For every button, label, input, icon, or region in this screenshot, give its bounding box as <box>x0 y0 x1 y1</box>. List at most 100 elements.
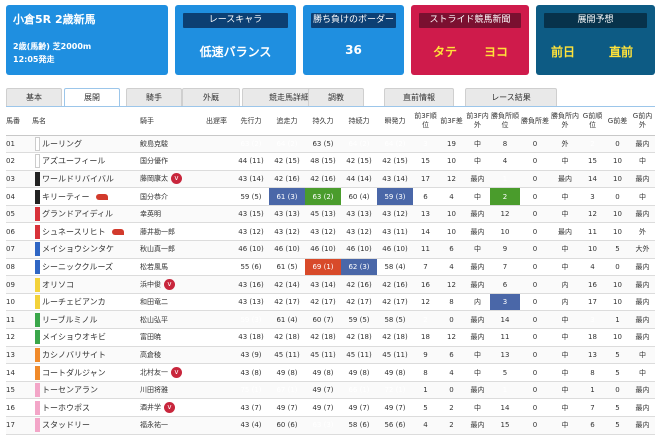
table-row[interactable]: 15 トーセンアラン 川田将雅 75 (1) 67 (1) 49 (7) 66 (1) 72 … <box>6 381 655 400</box>
cell-dely <box>200 258 233 277</box>
tab-race-result[interactable]: レース結果 <box>465 88 557 106</box>
table-row[interactable]: 17 スタッドリー 福永祐一 43 (4) 60 (6) 63 (3) 58 (6) 56 (… <box>6 416 655 435</box>
jockey-name[interactable]: 浜中俊 v <box>140 275 200 294</box>
horse-name-cell: アズユーフィール <box>32 152 140 171</box>
table-row[interactable]: 12 メイショウオキビ 富田暁 43 (18) 42 (18) 42 (18) 42 (18… <box>6 328 655 347</box>
jockey-name[interactable]: 秋山真一郎 <box>140 240 200 259</box>
cell-f3i: 最内 <box>465 222 490 242</box>
table-row[interactable]: 07 メイショウシンタケ 秋山真一郎 46 (10) 46 (10) 46 (10) 46 … <box>6 240 655 259</box>
col-delay-rate[interactable]: 出遅率 <box>200 108 233 136</box>
col-jizoku[interactable]: 持続力 <box>341 108 377 136</box>
jockey-name[interactable]: 酒井学 v <box>140 398 200 417</box>
horse-name[interactable]: リーブルミノル <box>42 315 98 324</box>
cell-sgi: 中 <box>550 363 580 382</box>
tab-training-center[interactable]: 外厩 <box>182 88 240 106</box>
table-row[interactable]: 06 シュネースリヒト 藤井勘一郎 43 (12) 43 (12) 43 (12) 43 (… <box>6 222 655 242</box>
table-row[interactable]: 11 リーブルミノル 松山弘平 59 (3) 61 (4) 60 (7) 59 (5) 58 … <box>6 310 655 330</box>
jockey-name[interactable]: 国分恭介 <box>140 187 200 206</box>
jockey-name[interactable]: 富田暁 <box>140 328 200 347</box>
cell-f3d: 19 <box>438 135 465 154</box>
jockey-name[interactable]: 福永祐一 <box>140 416 200 435</box>
col-name[interactable]: 馬名 <box>32 108 140 136</box>
table-row[interactable]: 05 グランドアイディル 幸英明 43 (15) 43 (13) 45 (13) 43 (1… <box>6 205 655 224</box>
col-shunpatsu[interactable]: 瞬発力 <box>377 108 413 136</box>
col-f3-diff[interactable]: 前3F差 <box>438 108 465 136</box>
col-num[interactable]: 馬番 <box>6 108 32 136</box>
col-jockey[interactable]: 騎手 <box>140 108 200 136</box>
tab-jockey[interactable]: 騎手 <box>126 88 182 106</box>
col-g-inout[interactable]: G前内外 <box>630 108 655 136</box>
cell-sgr: 5 <box>490 363 520 382</box>
horse-name[interactable]: コートダルジャン <box>42 368 106 377</box>
col-sg-rank[interactable]: 勝負所順位 <box>490 108 520 136</box>
cell-ji: 42 (18) <box>305 328 341 347</box>
tab-pace[interactable]: 展開 <box>64 88 120 106</box>
horse-name[interactable]: ワールドリバイバル <box>42 174 114 183</box>
table-row[interactable]: 16 トーホウポス 酒井学 v 43 (7) 49 (7) 49 (7) 49 (7) 49 (… <box>6 398 655 417</box>
jockey-name[interactable]: 国分優作 <box>140 152 200 171</box>
col-senko[interactable]: 先行力 <box>233 108 269 136</box>
cell-f3d: 10 <box>438 205 465 224</box>
horse-name[interactable]: シーニッククルーズ <box>42 262 113 271</box>
horse-name[interactable]: シュネースリヒト <box>42 227 106 236</box>
jockey-name[interactable]: 松若風馬 <box>140 258 200 277</box>
horse-number: 15 <box>6 381 32 400</box>
stride-yoko-link[interactable]: ヨコ <box>484 43 508 60</box>
jockey-name[interactable]: 和田竜二 <box>140 293 200 312</box>
col-f3-inout[interactable]: 前3F内外 <box>465 108 490 136</box>
cell-gi: 最内 <box>630 275 655 294</box>
tab-training[interactable]: 調教 <box>308 88 364 106</box>
horse-name[interactable]: トーホウポス <box>42 403 90 412</box>
frame-color-bar <box>35 312 40 327</box>
horse-name[interactable]: カシノバリサイト <box>42 350 106 359</box>
horse-name[interactable]: グランドアイディル <box>42 210 113 219</box>
jockey-name[interactable]: 藤井勘一郎 <box>140 222 200 242</box>
table-row[interactable]: 13 カシノバリサイト 高倉稜 43 (9) 45 (11) 45 (11) 45 (11)… <box>6 346 655 365</box>
table-row[interactable]: 10 ルーチェビアンカ 和田竜二 43 (13) 42 (17) 42 (17) 42 (1… <box>6 293 655 312</box>
horse-name[interactable]: オリソコ <box>42 280 74 289</box>
horse-name-cell: ルーチェビアンカ <box>32 293 140 312</box>
table-row[interactable]: 14 コートダルジャン 北村友一 v 43 (8) 49 (8) 49 (8) 49 (8) 4… <box>6 363 655 382</box>
col-oiso[interactable]: 追走力 <box>269 108 305 136</box>
stride-tate-link[interactable]: タテ <box>433 43 457 60</box>
table-row[interactable]: 08 シーニッククルーズ 松若風馬 55 (6) 61 (5) 69 (1) 62 (3) 5… <box>6 258 655 277</box>
cell-sen: 43 (14) <box>233 170 269 189</box>
table-row[interactable]: 09 オリソコ 浜中俊 v 43 (16) 42 (14) 43 (14) 42 (16) 42… <box>6 275 655 294</box>
table-row[interactable]: 03 ワールドリバイバル 藤岡康太 v 43 (14) 42 (16) 42 (16) 44 … <box>6 170 655 189</box>
horse-name[interactable]: アズユーフィール <box>42 157 105 166</box>
forecast-prev-day-link[interactable]: 前日 <box>551 43 575 60</box>
col-g-rank[interactable]: G前順位 <box>580 108 605 136</box>
cell-sh: 58 (4) <box>377 258 413 277</box>
jockey-name[interactable]: 幸英明 <box>140 205 200 224</box>
horse-name[interactable]: メイショウシンタケ <box>42 245 114 254</box>
jockey-name[interactable]: 鮫島克駿 <box>140 135 200 154</box>
horse-name-cell: シーニッククルーズ <box>32 258 140 277</box>
horse-name[interactable]: キリーティー <box>42 192 90 201</box>
cell-f3d: 12 <box>438 170 465 189</box>
horse-number: 05 <box>6 205 32 224</box>
horse-name[interactable]: メイショウオキビ <box>42 333 106 342</box>
horse-name[interactable]: スタッドリー <box>42 421 90 430</box>
table-row[interactable]: 04 キリーティー 国分恭介 59 (5) 61 (3) 63 (2) 60 (4) 59 (… <box>6 187 655 206</box>
jockey-name[interactable]: 藤岡康太 v <box>140 170 200 189</box>
jockey-name[interactable]: 高倉稜 <box>140 346 200 365</box>
forecast-latest-link[interactable]: 直前 <box>609 43 633 60</box>
col-f3-rank[interactable]: 前3F順位 <box>413 108 438 136</box>
v-mark-icon: v <box>171 173 182 185</box>
jockey-name[interactable]: 川田将雅 <box>140 381 200 400</box>
horse-name[interactable]: ルーチェビアンカ <box>42 298 106 307</box>
table-row[interactable]: 02 アズユーフィール 国分優作 44 (11) 42 (15) 48 (15) 42 (1… <box>6 152 655 171</box>
horse-name[interactable]: トーセンアラン <box>42 386 98 395</box>
col-g-diff[interactable]: G前差 <box>605 108 630 136</box>
col-sg-inout[interactable]: 勝負所内外 <box>550 108 580 136</box>
horse-name[interactable]: ルーリング <box>42 139 82 148</box>
jockey-name[interactable]: 松山弘平 <box>140 310 200 330</box>
cell-gi: 最内 <box>630 310 655 330</box>
cell-f3r: 6 <box>413 187 438 206</box>
col-sg-diff[interactable]: 勝負所差 <box>520 108 550 136</box>
table-row[interactable]: 01 ルーリング 鮫島克駿 63 (2) 64 (2) 63 (5) 64 (2) 64 (2… <box>6 135 655 154</box>
jockey-name[interactable]: 北村友一 v <box>140 363 200 382</box>
col-jikyu[interactable]: 持久力 <box>305 108 341 136</box>
tab-latest-info[interactable]: 直前情報 <box>384 88 454 106</box>
tab-basic[interactable]: 基本 <box>6 88 62 106</box>
